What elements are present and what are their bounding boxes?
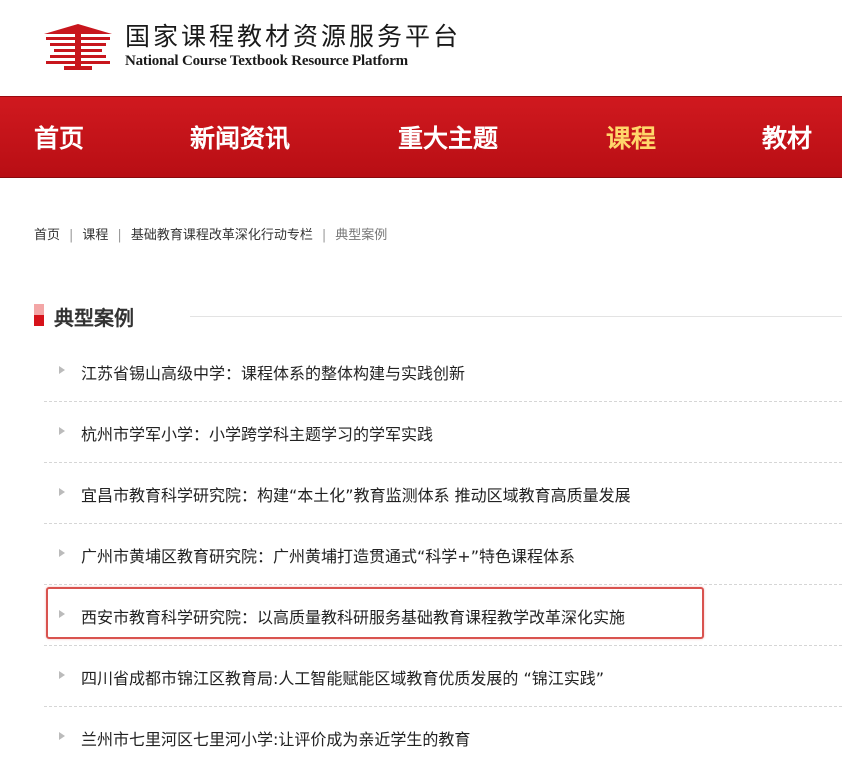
triangle-bullet-icon	[59, 549, 65, 557]
list-item-title[interactable]: 广州市黄埔区教育研究院：广州黄埔打造贯通式“科学+”特色课程体系	[81, 543, 575, 567]
breadcrumb: 首页 | 课程 | 基础教育课程改革深化行动专栏 | 典型案例	[34, 224, 387, 243]
main-navigation: 首页 新闻资讯 重大主题 课程 教材	[0, 96, 842, 178]
triangle-bullet-icon	[59, 427, 65, 435]
section-marker-icon	[34, 304, 44, 326]
triangle-bullet-icon	[59, 671, 65, 679]
triangle-bullet-icon	[59, 366, 65, 374]
site-title-chinese: 国家课程教材资源服务平台	[125, 22, 462, 51]
site-title-english: National Course Textbook Resource Platfo…	[125, 53, 408, 69]
triangle-bullet-icon	[59, 732, 65, 740]
list-item-title[interactable]: 杭州市学军小学：小学跨学科主题学习的学军实践	[81, 421, 433, 445]
breadcrumb-separator: |	[321, 228, 327, 243]
section-title: 典型案例	[54, 306, 134, 330]
nav-item-major-topics[interactable]: 重大主题	[398, 119, 498, 155]
breadcrumb-separator: |	[117, 228, 122, 243]
list-item[interactable]: 宜昌市教育科学研究院：构建“本土化”教育监测体系 推动区域教育高质量发展	[44, 462, 842, 524]
nav-item-home[interactable]: 首页	[34, 119, 84, 155]
list-item[interactable]: 四川省成都市锦江区教育局:人工智能赋能区域教育优质发展的 “锦江实践”	[44, 645, 842, 707]
nav-item-courses[interactable]: 课程	[606, 119, 656, 155]
list-item-title[interactable]: 兰州市七里河区七里河小学:让评价成为亲近学生的教育	[81, 726, 470, 750]
highlight-annotation-box	[46, 587, 704, 639]
section-divider	[190, 316, 842, 317]
list-item-title[interactable]: 宜昌市教育科学研究院：构建“本土化”教育监测体系 推动区域教育高质量发展	[81, 482, 631, 506]
list-item[interactable]: 江苏省锡山高级中学：课程体系的整体构建与实践创新	[44, 340, 842, 402]
breadcrumb-current: 典型案例	[335, 228, 388, 243]
list-item-title[interactable]: 四川省成都市锦江区教育局:人工智能赋能区域教育优质发展的 “锦江实践”	[81, 665, 604, 689]
nav-item-news[interactable]: 新闻资讯	[190, 119, 290, 155]
building-columns-logo-icon[interactable]	[42, 22, 114, 72]
list-item-title[interactable]: 江苏省锡山高级中学：课程体系的整体构建与实践创新	[81, 360, 465, 384]
breadcrumb-courses[interactable]: 课程	[82, 228, 108, 243]
site-header: 国家课程教材资源服务平台 National Course Textbook Re…	[0, 0, 842, 96]
nav-item-textbooks[interactable]: 教材	[762, 119, 812, 155]
list-item[interactable]: 广州市黄埔区教育研究院：广州黄埔打造贯通式“科学+”特色课程体系	[44, 523, 842, 585]
breadcrumb-separator: |	[69, 228, 74, 243]
list-item[interactable]: 兰州市七里河区七里河小学:让评价成为亲近学生的教育	[44, 706, 842, 767]
breadcrumb-reform-column[interactable]: 基础教育课程改革深化行动专栏	[131, 228, 313, 243]
list-item[interactable]: 杭州市学军小学：小学跨学科主题学习的学军实践	[44, 401, 842, 463]
triangle-bullet-icon	[59, 488, 65, 496]
breadcrumb-home[interactable]: 首页	[34, 228, 60, 243]
